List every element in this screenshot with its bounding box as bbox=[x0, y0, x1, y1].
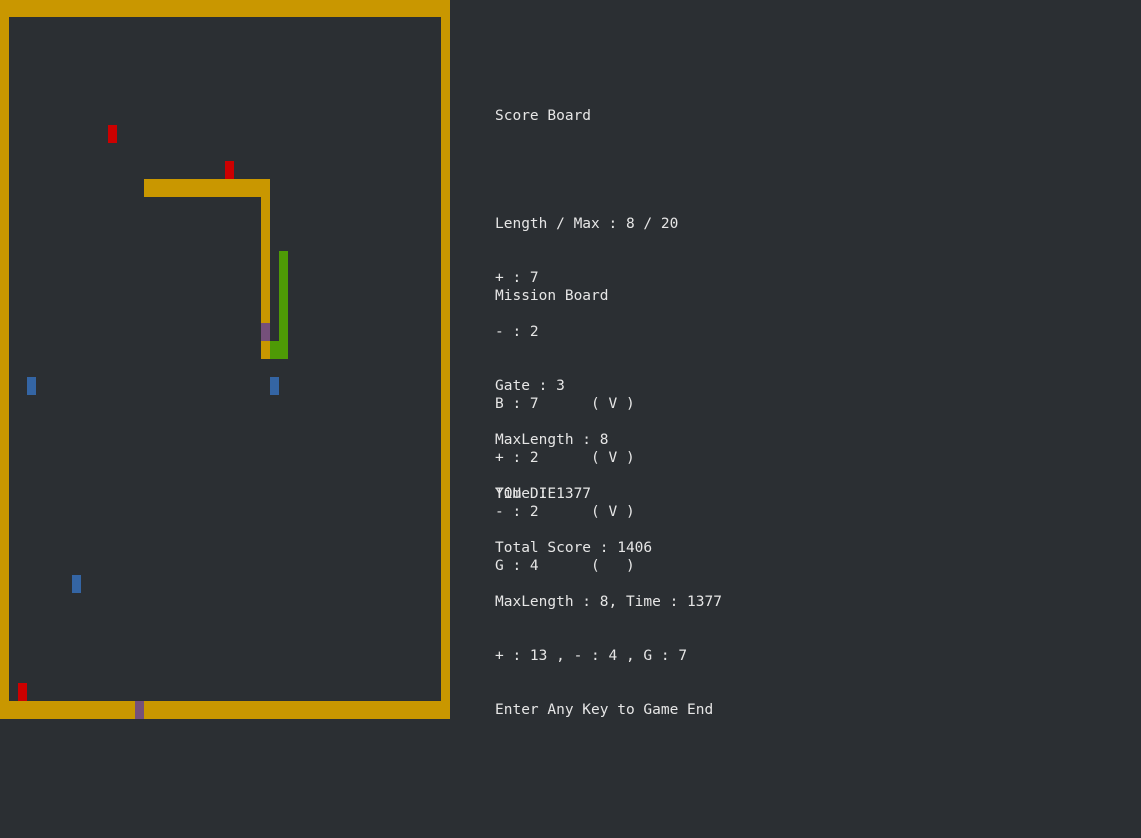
growth-item bbox=[108, 125, 117, 143]
mission-board-title: Mission Board bbox=[495, 288, 609, 304]
gate bbox=[135, 701, 144, 719]
mission-board-spacer bbox=[495, 341, 635, 359]
final-counts: + : 13 , - : 4 , G : 7 bbox=[495, 648, 688, 664]
growth-item bbox=[18, 683, 27, 701]
wall-bottom bbox=[0, 701, 450, 719]
growth-item bbox=[225, 161, 234, 179]
poison-item bbox=[27, 377, 36, 395]
poison-item bbox=[270, 377, 279, 395]
total-score: Total Score : 1406 bbox=[495, 540, 653, 556]
wall-top bbox=[0, 0, 450, 17]
final-summary: MaxLength : 8, Time : 1377 bbox=[495, 594, 722, 610]
poison-item bbox=[72, 575, 81, 593]
inner-wall-horizontal bbox=[144, 179, 270, 197]
wall-left bbox=[0, 0, 9, 719]
mission-item-length: B : 7 ( V ) bbox=[495, 396, 635, 412]
gate bbox=[261, 323, 270, 341]
snake-body-segment bbox=[270, 341, 288, 359]
length-max-readout: Length / Max : 8 / 20 bbox=[495, 216, 679, 232]
wall-right bbox=[441, 0, 450, 719]
game-over-panel: YOU DIE Total Score : 1406 MaxLength : 8… bbox=[495, 449, 722, 737]
score-board-spacer bbox=[495, 161, 678, 179]
score-board-title: Score Board bbox=[495, 108, 592, 124]
end-prompt: Enter Any Key to Game End bbox=[495, 702, 714, 718]
game-board bbox=[0, 0, 450, 719]
game-over-title: YOU DIE bbox=[495, 486, 557, 502]
